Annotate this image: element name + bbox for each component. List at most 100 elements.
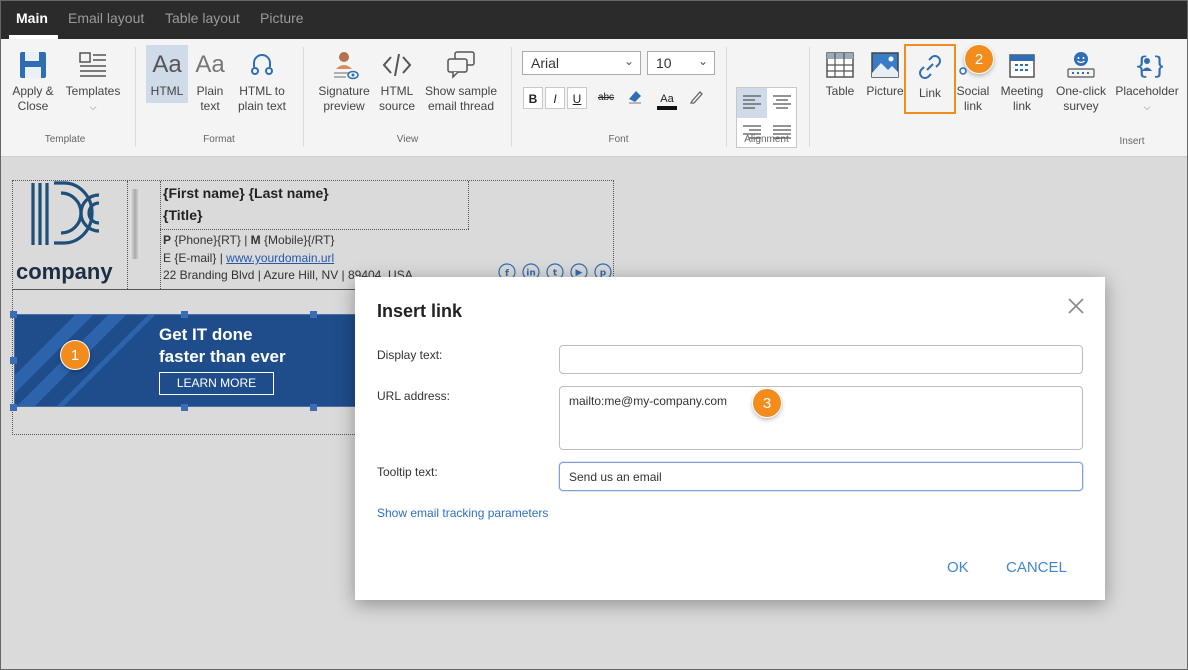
signature-preview-icon [334,52,359,80]
learn-more-button[interactable]: LEARN MORE [159,372,274,395]
display-text-input[interactable] [559,345,1083,374]
resize-handle[interactable] [10,311,17,318]
code-icon [382,53,412,77]
table-label: Table [825,84,855,98]
social-link-label-line2: link [963,99,982,113]
survey-label-line2: survey [1063,99,1099,113]
eraser-icon [629,91,641,104]
insert-table-button[interactable]: Table [821,49,859,99]
font-color-button[interactable]: Aa [656,87,678,110]
resize-handle[interactable] [181,404,188,411]
font-family-value: Arial [531,55,560,71]
show-sample-thread-button[interactable]: Show sample email thread [422,49,500,114]
align-left-icon [743,95,761,109]
phone-prefix: P [163,233,172,247]
highlight-button[interactable] [687,87,707,109]
html-format-button[interactable]: Aa HTML [146,45,188,103]
meeting-link-label-line2: link [1012,99,1031,113]
bold-button[interactable]: B [523,87,543,109]
font-color-swatch [657,106,677,110]
italic-button[interactable]: I [545,87,565,109]
resize-handle[interactable] [10,357,17,364]
signature-preview-button[interactable]: Signature preview [315,49,373,114]
font-size-select[interactable]: 10 ⌄ [647,51,715,75]
mobile-prefix: M [250,233,261,247]
ribbon-separator [726,47,727,147]
ribbon-separator [809,47,810,147]
tab-picture[interactable]: Picture [260,10,304,26]
group-label-template: Template [44,134,86,145]
dialog-title: Insert link [377,301,463,321]
templates-button[interactable]: Templates ⌵ [63,49,123,115]
picture-icon [871,52,899,78]
link-icon [919,55,941,79]
font-family-select[interactable]: Arial ⌄ [522,51,641,75]
mobile-value: {Mobile}{/RT} [264,233,335,247]
save-icon [20,52,46,78]
url-address-label: URL address: [377,389,450,403]
chevron-down-icon: ⌵ [89,102,97,112]
close-icon[interactable] [1067,297,1085,315]
cancel-button[interactable]: CANCEL [1006,559,1067,576]
ok-button[interactable]: OK [947,559,969,576]
ribbon: Apply & Close Templates ⌵ Template Aa HT… [1,39,1187,157]
sample-thread-label-line2: email thread [427,99,495,113]
callout-badge-2: 2 [964,44,994,74]
html-format-label: HTML [150,84,184,98]
clear-format-button[interactable] [625,87,645,109]
apply-close-button[interactable]: Apply & Close [7,49,59,114]
sample-thread-label-line1: Show sample [424,84,498,98]
signature-email-line: E {E-mail} | www.yourdomain.url [163,251,334,265]
svg-text:}: } [1152,52,1163,80]
survey-icon [1067,52,1095,78]
phone-value: {Phone}{RT} | [174,233,248,247]
underline-button[interactable]: U [567,87,587,109]
apply-close-label-line2: Close [17,99,49,113]
headset-icon [251,54,273,75]
plain-text-label-line2: text [200,99,220,113]
url-address-input[interactable]: mailto:me@my-company.com [559,386,1083,450]
html-to-plain-label-line2: plain text [237,99,287,113]
html-source-button[interactable]: HTML source [377,49,417,114]
tab-table-layout[interactable]: Table layout [165,10,240,26]
html-source-label-line2: source [378,99,416,113]
website-link[interactable]: www.yourdomain.url [226,251,334,265]
meeting-link-button[interactable]: Meeting link [997,49,1047,114]
table-row-border [160,229,469,230]
html-to-plain-button[interactable]: HTML to plain text [234,49,290,114]
table-cell-border [468,181,469,229]
tab-email-layout[interactable]: Email layout [68,10,144,26]
plain-text-icon: Aa [195,51,225,78]
table-cell-border [160,181,161,289]
placeholder-button[interactable]: { } Placeholder ⌵ [1114,49,1180,115]
resize-handle[interactable] [310,311,317,318]
chevron-down-icon: ⌵ [1143,102,1151,112]
tooltip-text-input[interactable]: Send us an email [559,462,1083,491]
strikethrough-button[interactable]: abc [593,87,619,109]
align-left-button[interactable] [737,88,767,118]
social-link-label-line1: Social [956,84,990,98]
resize-handle[interactable] [310,404,317,411]
resize-handle[interactable] [181,311,188,318]
show-tracking-parameters-link[interactable]: Show email tracking parameters [377,506,548,520]
insert-link-dialog: Insert link Display text: URL address: m… [355,277,1105,600]
tab-main[interactable]: Main [16,10,48,26]
plain-text-button[interactable]: Aa Plain text [190,49,230,114]
one-click-survey-button[interactable]: One-click survey [1051,49,1111,114]
plain-text-label-line1: Plain [196,84,224,98]
svg-text:{: { [1134,52,1149,80]
group-label-format: Format [203,134,235,145]
align-center-button[interactable] [767,88,797,118]
insert-link-button[interactable]: Link [904,44,956,114]
table-cell-border [127,181,128,289]
insert-picture-button[interactable]: Picture [864,49,906,99]
align-center-icon [773,95,791,109]
callout-badge-1: 1 [60,340,90,370]
group-label-view: View [396,134,419,145]
font-color-sample: Aa [660,93,674,105]
callout-badge-3: 3 [752,388,782,418]
chevron-down-icon: ⌄ [697,54,708,68]
ribbon-separator [303,47,304,147]
resize-handle[interactable] [10,404,17,411]
picture-label: Picture [866,84,904,98]
